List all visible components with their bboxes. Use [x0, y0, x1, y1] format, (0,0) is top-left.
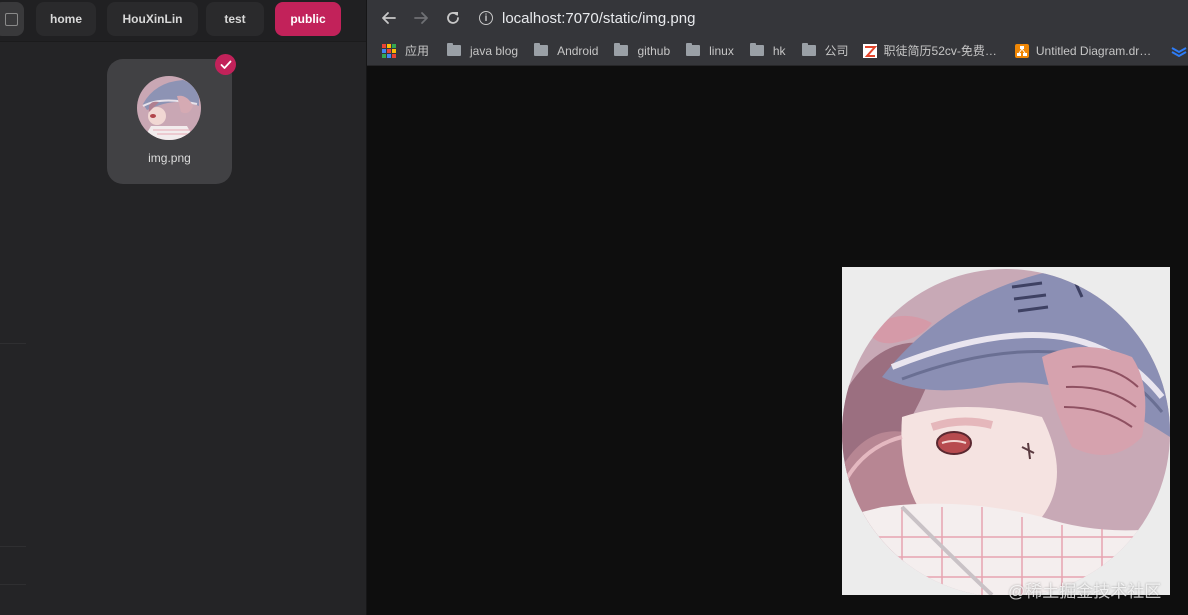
- displayed-image[interactable]: [842, 267, 1170, 597]
- tab-public[interactable]: public: [275, 2, 341, 36]
- browser-window: i localhost:7070/static/img.png 应用 java …: [367, 0, 1188, 615]
- file-thumbnail: [137, 76, 201, 140]
- folder-icon: [614, 43, 629, 56]
- bookmark-android[interactable]: Android: [529, 40, 603, 62]
- bookmark-github[interactable]: github: [609, 40, 675, 62]
- bookmark-label: hk: [772, 43, 786, 58]
- bookmark-label: github: [637, 43, 671, 58]
- folder-icon: [801, 43, 816, 56]
- info-icon[interactable]: i: [479, 11, 493, 25]
- folder-icon: [749, 43, 764, 56]
- back-button[interactable]: [377, 6, 401, 30]
- file-name: img.png: [148, 151, 191, 165]
- bookmark-java-blog[interactable]: java blog: [442, 40, 523, 62]
- bookmark-drawio[interactable]: Untitled Diagram.dr…: [1010, 40, 1156, 62]
- tab-label: test: [224, 12, 246, 26]
- bookmark-label: 公司: [824, 44, 849, 58]
- tab-label: home: [49, 12, 82, 26]
- watermark-text: @稀土掘金技术社区: [1008, 582, 1162, 601]
- site-favicon: [862, 43, 877, 58]
- selected-check-icon[interactable]: [215, 54, 236, 75]
- tab-test[interactable]: test: [206, 2, 264, 36]
- panel-toggle-button[interactable]: [0, 2, 24, 36]
- bookmark-label: 应用: [405, 44, 430, 58]
- browser-toolbar: i localhost:7070/static/img.png: [367, 0, 1188, 36]
- layers-icon: [1171, 46, 1187, 57]
- page-content: @稀土掘金技术社区: [367, 67, 1188, 615]
- tab-label: HouXinLin: [122, 12, 183, 26]
- bookmark-apps[interactable]: 应用: [377, 40, 434, 62]
- reload-icon: [447, 12, 459, 24]
- folder-icon: [534, 43, 549, 56]
- tab-home[interactable]: home: [36, 2, 96, 36]
- back-arrow-icon: [382, 12, 396, 24]
- drawio-icon: [1014, 43, 1029, 58]
- apps-grid-icon: [382, 43, 396, 58]
- file-manager-pane: home HouXinLin test public img.png: [0, 0, 366, 615]
- file-item[interactable]: img.png: [107, 59, 232, 184]
- bookmark-more[interactable]: 2: [1166, 40, 1188, 62]
- bookmark-linux[interactable]: linux: [681, 40, 739, 62]
- url-text: localhost:7070/static/img.png: [502, 9, 696, 27]
- bookmarks-bar: 应用 java blog Android github linux hk 公司 …: [367, 36, 1188, 66]
- panel-icon: [4, 12, 18, 26]
- bookmark-52cv[interactable]: 职徒简历52cv-免费…: [858, 40, 1002, 62]
- address-bar[interactable]: i localhost:7070/static/img.png: [473, 4, 1188, 32]
- bookmark-label: linux: [709, 43, 734, 58]
- reload-button[interactable]: [441, 6, 465, 30]
- tab-label: public: [290, 12, 326, 26]
- divider: [0, 343, 26, 344]
- bookmark-label: 职徒简历52cv-免费…: [883, 44, 997, 58]
- bookmark-label: java blog: [470, 43, 519, 58]
- divider: [0, 546, 26, 547]
- folder-icon: [686, 43, 701, 56]
- folder-icon: [447, 43, 462, 56]
- forward-button[interactable]: [409, 6, 433, 30]
- divider: [0, 584, 26, 585]
- tab-houxinlin[interactable]: HouXinLin: [107, 2, 198, 36]
- bookmark-company[interactable]: 公司: [797, 40, 854, 62]
- folder-tab-bar: home HouXinLin test public: [0, 0, 366, 42]
- bookmark-label: Android: [557, 43, 599, 58]
- desktop-root: home HouXinLin test public img.png i loc…: [0, 0, 1188, 615]
- forward-arrow-icon: [414, 12, 428, 24]
- bookmark-hk[interactable]: hk: [745, 40, 791, 62]
- bookmark-label: Untitled Diagram.dr…: [1035, 43, 1152, 58]
